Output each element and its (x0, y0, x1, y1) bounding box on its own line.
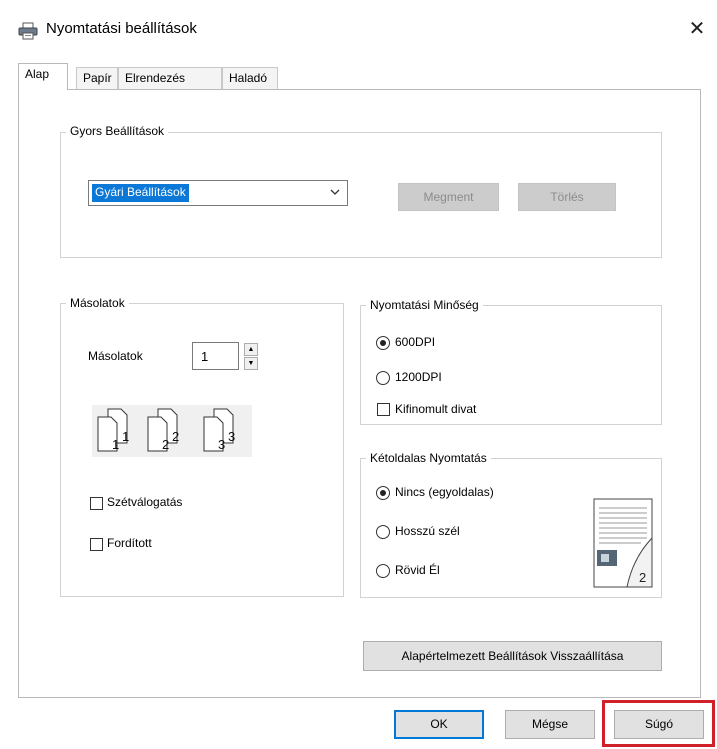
collate-page-number: 3 (218, 437, 225, 452)
copies-label: Másolatok (88, 349, 143, 363)
cancel-button[interactable]: Mégse (505, 710, 595, 739)
copies-group-title: Másolatok (66, 296, 129, 310)
tab-advanced[interactable]: Haladó (222, 67, 278, 89)
tab-layout-label: Elrendezés (125, 71, 186, 85)
duplex-short-edge-radio[interactable] (376, 564, 390, 578)
spin-up-icon[interactable]: ▲ (244, 343, 258, 356)
restore-defaults-button[interactable]: Alapértelmezett Beállítások Visszaállítá… (363, 641, 662, 671)
collate-page-number: 1 (122, 429, 129, 444)
reverse-label: Fordított (107, 536, 152, 550)
save-button[interactable]: Megment (398, 183, 499, 211)
help-highlight-frame (602, 700, 715, 747)
tab-basic[interactable]: Alap (18, 63, 68, 90)
duplex-preview-icon: 2 (593, 498, 653, 588)
quick-settings-selected-value: Gyári Beállítások (92, 184, 189, 202)
quality-600dpi-radio[interactable] (376, 336, 390, 350)
tab-paper[interactable]: Papír (76, 67, 118, 89)
duplex-none-radio[interactable] (376, 486, 390, 500)
quick-settings-select[interactable]: Gyári Beállítások (88, 180, 348, 206)
chevron-down-icon (330, 189, 340, 195)
printer-icon (18, 22, 38, 40)
refined-mode-label: Kifinomult divat (395, 402, 477, 416)
copies-input[interactable]: 1 (192, 342, 239, 370)
close-button[interactable]: ✕ (684, 16, 710, 42)
collate-page-number: 3 (228, 429, 235, 444)
quality-1200dpi-radio[interactable] (376, 371, 390, 385)
collate-page-number: 1 (112, 437, 119, 452)
duplex-short-edge-label: Rövid Él (395, 563, 440, 577)
print-quality-title: Nyomtatási Minőség (366, 298, 483, 312)
quick-settings-title: Gyors Beállítások (66, 124, 169, 138)
delete-button[interactable]: Törlés (518, 183, 616, 211)
refined-mode-checkbox[interactable] (377, 403, 390, 416)
ok-button[interactable]: OK (394, 710, 484, 739)
duplex-preview-page-number: 2 (639, 570, 646, 585)
collate-page-number: 2 (172, 429, 179, 444)
collate-checkbox[interactable] (90, 497, 103, 510)
quality-1200dpi-label: 1200DPI (395, 370, 442, 384)
collate-page-number: 2 (162, 437, 169, 452)
duplex-long-edge-radio[interactable] (376, 525, 390, 539)
spin-down-icon[interactable]: ▼ (244, 357, 258, 370)
quality-600dpi-label: 600DPI (395, 335, 436, 349)
tab-basic-label: Alap (25, 67, 50, 81)
collate-pages-icon: 1 1 2 2 3 3 (92, 405, 252, 457)
duplex-long-edge-label: Hosszú szél (395, 524, 460, 538)
close-icon: ✕ (688, 18, 706, 40)
duplex-title: Kétoldalas Nyomtatás (366, 451, 491, 465)
duplex-none-label: Nincs (egyoldalas) (395, 485, 494, 499)
tab-layout[interactable]: Elrendezés (118, 67, 222, 89)
collate-label: Szétválogatás (107, 495, 183, 509)
reverse-checkbox[interactable] (90, 538, 103, 551)
tab-advanced-label: Haladó (229, 71, 268, 85)
window-title: Nyomtatási beállítások (46, 20, 197, 37)
tab-paper-label: Papír (83, 71, 112, 85)
